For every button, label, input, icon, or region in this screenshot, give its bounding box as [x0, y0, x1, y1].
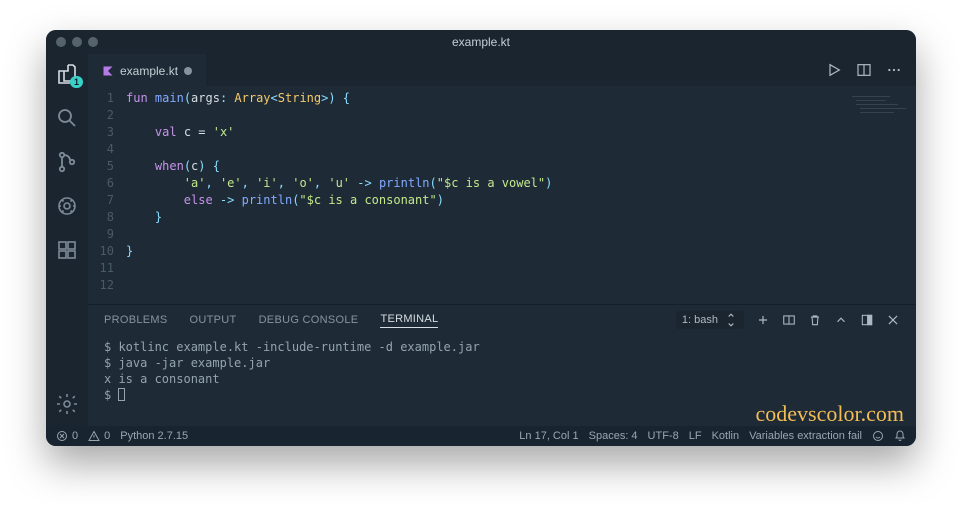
maximize-panel-icon[interactable]: [860, 313, 874, 327]
extensions-icon[interactable]: [55, 238, 79, 262]
split-editor-icon[interactable]: [856, 62, 872, 78]
status-language[interactable]: Kotlin: [712, 430, 740, 442]
activity-bar: 1: [46, 54, 88, 426]
tab-bar: example.kt: [88, 54, 916, 86]
editor-group: example.kt 123456789101112 fun main(args…: [88, 54, 916, 426]
status-encoding[interactable]: UTF-8: [648, 430, 679, 442]
tab-modified-dot: [184, 67, 192, 75]
chevron-up-icon[interactable]: [834, 313, 848, 327]
dropdown-icon: [724, 313, 738, 327]
titlebar: example.kt: [46, 30, 916, 54]
code-editor[interactable]: 123456789101112 fun main(args: Array<Str…: [88, 86, 916, 304]
terminal-output[interactable]: $ kotlinc example.kt -include-runtime -d…: [88, 335, 916, 426]
tab-example[interactable]: example.kt: [88, 54, 206, 86]
maximize-dot[interactable]: [88, 37, 98, 47]
editor-actions: [826, 54, 916, 86]
status-feedback-icon[interactable]: [872, 430, 884, 442]
status-bar: 0 0 Python 2.7.15 Ln 17, Col 1 Spaces: 4…: [46, 426, 916, 446]
minimize-dot[interactable]: [72, 37, 82, 47]
kotlin-file-icon: [102, 65, 114, 77]
source-control-icon[interactable]: [55, 150, 79, 174]
window-title: example.kt: [452, 35, 510, 49]
tab-problems[interactable]: PROBLEMS: [104, 314, 168, 326]
tab-terminal[interactable]: TERMINAL: [380, 313, 438, 328]
panel-actions: 1: bash: [676, 311, 900, 329]
tab-filename: example.kt: [120, 64, 178, 78]
explorer-icon[interactable]: 1: [55, 62, 79, 86]
status-eol[interactable]: LF: [689, 430, 702, 442]
tab-output[interactable]: OUTPUT: [190, 314, 237, 326]
new-terminal-icon[interactable]: [756, 313, 770, 327]
panel-tabs: PROBLEMS OUTPUT DEBUG CONSOLE TERMINAL 1…: [88, 305, 916, 335]
bottom-panel: PROBLEMS OUTPUT DEBUG CONSOLE TERMINAL 1…: [88, 304, 916, 426]
tab-debug-console[interactable]: DEBUG CONSOLE: [259, 314, 359, 326]
run-icon[interactable]: [826, 62, 842, 78]
debug-icon[interactable]: [55, 194, 79, 218]
status-position[interactable]: Ln 17, Col 1: [519, 430, 578, 442]
vscode-window: example.kt 1: [46, 30, 916, 446]
line-gutter: 123456789101112: [88, 86, 126, 304]
window-controls: [56, 37, 98, 47]
status-spaces[interactable]: Spaces: 4: [589, 430, 638, 442]
window-body: 1 exa: [46, 54, 916, 426]
status-errors[interactable]: 0: [56, 430, 78, 442]
status-extra[interactable]: Variables extraction fail: [749, 430, 862, 442]
kill-terminal-icon[interactable]: [808, 313, 822, 327]
status-python[interactable]: Python 2.7.15: [120, 430, 188, 442]
status-warnings[interactable]: 0: [88, 430, 110, 442]
close-dot[interactable]: [56, 37, 66, 47]
status-bell-icon[interactable]: [894, 430, 906, 442]
more-icon[interactable]: [886, 62, 902, 78]
minimap[interactable]: [848, 94, 908, 118]
close-panel-icon[interactable]: [886, 313, 900, 327]
terminal-select[interactable]: 1: bash: [676, 311, 744, 329]
search-icon[interactable]: [55, 106, 79, 130]
code-content: fun main(args: Array<String>) { val c = …: [126, 90, 916, 294]
settings-gear-icon[interactable]: [55, 392, 79, 416]
explorer-badge: 1: [70, 76, 83, 88]
split-terminal-icon[interactable]: [782, 313, 796, 327]
